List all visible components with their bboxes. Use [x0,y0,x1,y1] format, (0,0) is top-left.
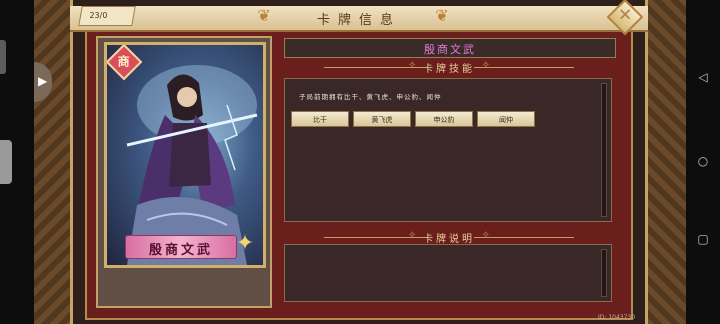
description-scrollbar[interactable] [601,249,607,297]
title-ornament-left-icon: ❦ [257,6,271,25]
counter-text: 23/0 [89,11,108,20]
back-icon[interactable]: ◁ [696,70,710,84]
home-icon[interactable]: ○ [696,154,710,168]
skill-button-huangfeihu[interactable]: 黄飞虎 [353,111,411,127]
background-pattern-right [646,0,686,324]
arrow-right-icon: ▶ [38,74,48,88]
skills-scrollbar[interactable] [601,83,607,217]
counter-tag: 23/0 [78,6,136,26]
title-ornament-right-icon: ❦ [435,6,449,25]
side-handle-top[interactable] [0,40,6,74]
faction-label: 商 [117,54,130,69]
fox-icon: ✦ [235,231,255,256]
player-id: ID: 1043730 [598,314,636,321]
skill-button-shengongbao[interactable]: 申公豹 [415,111,473,127]
title-bar: 卡牌信息 [70,6,648,32]
card-name-plate: 殷商文武 [125,235,237,259]
description-section-header: ✧ ✧ 卡牌说明 [284,230,614,245]
system-bar-right: ◁ ○ ▢ [686,0,720,324]
skills-section-header: ✧ ✧ 卡牌技能 [284,60,614,75]
side-handle[interactable] [0,140,12,184]
skills-header-label: 卡牌技能 [423,64,475,75]
card-name-title: 殷商文武 [424,43,476,56]
card-name-bar: 殷商文武 [284,38,616,58]
skill-button-label: 比干 [313,116,327,124]
skills-description: 子局前期拥有比干、黄飞虎、申公豹、闻仲 [299,93,442,101]
skills-panel: 子局前期拥有比干、黄飞虎、申公豹、闻仲 比干 黄飞虎 申公豹 闻仲 [284,78,612,222]
skill-button-wenzhong[interactable]: 闻仲 [477,111,535,127]
description-panel [284,244,612,302]
skill-button-bigan[interactable]: 比干 [291,111,349,127]
close-icon: ✕ [617,5,633,26]
skill-button-label: 黄飞虎 [371,116,393,124]
recents-icon[interactable]: ▢ [696,232,710,246]
page-title: 卡牌信息 [316,13,401,28]
card-name: 殷商文武 [148,243,213,258]
skill-button-label: 闻仲 [499,116,513,124]
card-image[interactable]: 商 殷商文武 ✦ [104,42,266,268]
skill-button-label: 申公豹 [433,116,455,124]
background-pattern-left [34,0,74,324]
description-header-label: 卡牌说明 [423,234,475,245]
